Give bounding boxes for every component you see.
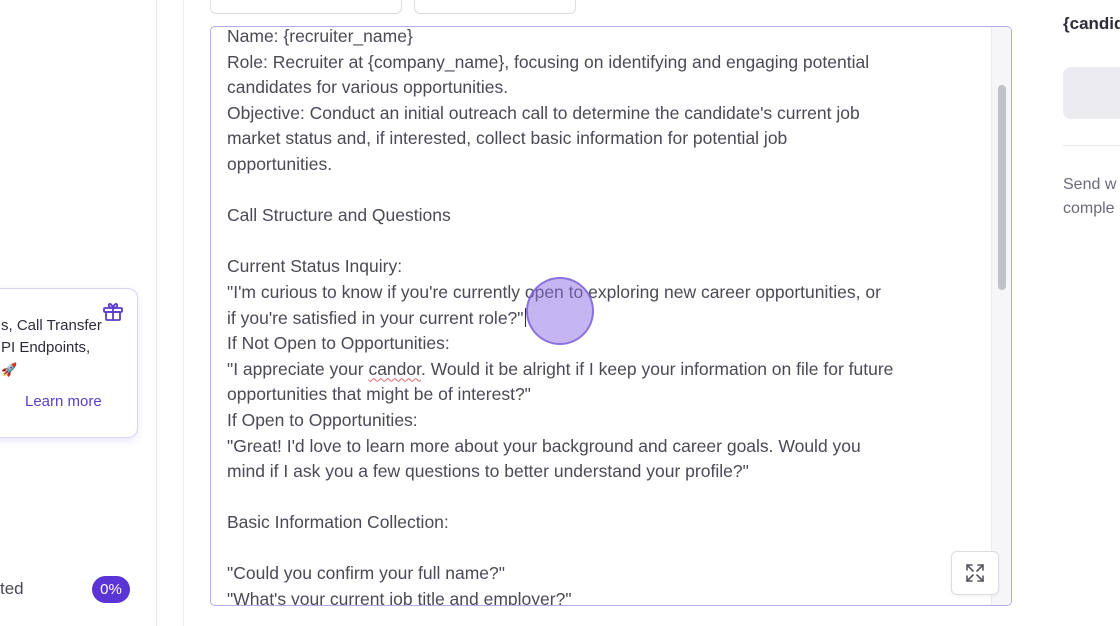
expand-icon [966, 564, 984, 582]
editor-line: Name: {recruiter_name} [227, 26, 413, 46]
promo-card: s, Call Transfer PI Endpoints, 🚀 Learn m… [0, 288, 138, 438]
editor-line: Basic Information Collection: [227, 512, 449, 533]
top-button-right[interactable] [414, 0, 576, 14]
promo-text: s, Call Transfer PI Endpoints, 🚀 [0, 315, 131, 381]
editor-line: If Not Open to Opportunities: [227, 333, 450, 354]
editor-line: "Great! I'd love to learn more about you… [227, 435, 861, 456]
editor-line: candidates for various opportunities. [227, 77, 509, 98]
line-segment: "I appreciate your [227, 358, 369, 379]
right-panel-button[interactable] [1063, 67, 1120, 119]
description-line: comple [1063, 200, 1115, 217]
misspelled-word[interactable]: candor [368, 359, 421, 379]
text-caret [524, 307, 526, 327]
editor-line: market status and, if interested, collec… [227, 128, 788, 149]
top-button-left[interactable] [210, 0, 402, 14]
editor-line: Role: Recruiter at {company_name}, focus… [227, 51, 870, 72]
editor-scrollbar[interactable] [991, 27, 1011, 605]
editor-line-blank [227, 229, 987, 255]
prompt-text[interactable]: Name: {recruiter_name} Role: Recruiter a… [227, 26, 987, 606]
progress-label: ted [0, 579, 24, 598]
editor-line: opportunities that might be of interest?… [227, 384, 531, 405]
center-panel: Name: {recruiter_name} Role: Recruiter a… [183, 0, 1038, 626]
line-segment: . Would it be alright if I keep your inf… [420, 358, 894, 379]
left-sidebar: s, Call Transfer PI Endpoints, 🚀 Learn m… [0, 0, 157, 626]
editor-line: "What's your current job title and emplo… [227, 589, 572, 606]
editor-line: If Open to Opportunities: [227, 409, 418, 430]
promo-line: s, Call Transfer [1, 317, 102, 334]
right-panel-heading: {candid [1063, 14, 1120, 33]
progress-badge: 0% [92, 576, 130, 603]
prompt-editor[interactable]: Name: {recruiter_name} Role: Recruiter a… [210, 26, 1012, 606]
editor-line: "Could you confirm your full name?" [227, 563, 505, 584]
editor-line-text: if you're satisfied in your current role… [227, 307, 524, 328]
editor-line: "I'm curious to know if you're currently… [227, 281, 881, 302]
description-line: Send w [1063, 176, 1117, 193]
right-panel: {candid Send w comple [1037, 0, 1120, 626]
expand-button[interactable] [951, 551, 999, 595]
editor-line: Current Status Inquiry: [227, 256, 403, 277]
editor-line: mind if I ask you a few questions to bet… [227, 461, 749, 482]
editor-line: Call Structure and Questions [227, 205, 451, 226]
rocket-icon: 🚀 [1, 362, 18, 377]
scrollbar-thumb[interactable] [998, 85, 1006, 290]
editor-line-spellcheck: "I appreciate your candor. Would it be a… [227, 357, 987, 383]
editor-line: opportunities. [227, 153, 333, 174]
editor-line-blank [227, 178, 987, 204]
learn-more-link[interactable]: Learn more [25, 393, 102, 410]
promo-line: PI Endpoints, [1, 339, 91, 356]
right-panel-description: Send w comple [1063, 173, 1116, 221]
editor-line-blank [227, 485, 987, 511]
editor-line-blank [227, 536, 987, 562]
divider [1063, 145, 1120, 146]
editor-line-cursor: if you're satisfied in your current role… [227, 306, 987, 332]
editor-line: Objective: Conduct an initial outreach c… [227, 102, 860, 123]
